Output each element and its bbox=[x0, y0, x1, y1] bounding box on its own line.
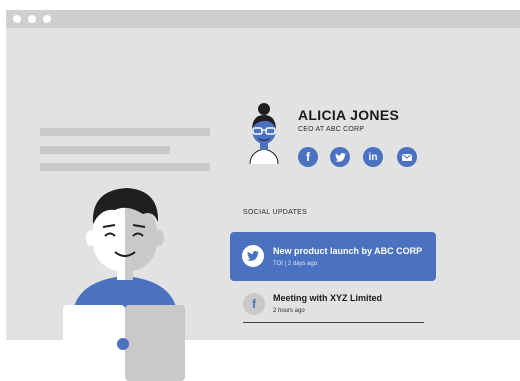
facebook-source-badge: f bbox=[243, 293, 265, 315]
linkedin-icon: in bbox=[368, 151, 378, 163]
twitter-source-badge bbox=[242, 245, 264, 267]
update-title: Meeting with XYZ Limited bbox=[273, 293, 383, 303]
window-minimize-dot[interactable] bbox=[28, 15, 36, 23]
placeholder-line bbox=[40, 128, 210, 136]
update-item-active[interactable]: New product launch by ABC CORP TOI | 2 d… bbox=[230, 232, 436, 281]
mail-button[interactable] bbox=[397, 147, 417, 167]
mail-icon bbox=[402, 153, 412, 161]
window-titlebar bbox=[6, 10, 520, 28]
update-meta: TOI | 2 days ago bbox=[273, 261, 318, 267]
facebook-icon: f bbox=[252, 297, 256, 311]
profile-title: CEO AT ABC CORP bbox=[298, 126, 365, 133]
profile-avatar bbox=[244, 102, 290, 172]
placeholder-line bbox=[40, 146, 170, 154]
twitter-button[interactable] bbox=[330, 147, 350, 167]
section-label-social-updates: SOCIAL UPDATES bbox=[243, 209, 308, 216]
linkedin-button[interactable]: in bbox=[363, 147, 383, 167]
placeholder-line bbox=[40, 163, 210, 171]
profile-name: ALICIA JONES bbox=[298, 107, 400, 123]
window-maximize-dot[interactable] bbox=[43, 15, 51, 23]
twitter-icon bbox=[247, 251, 259, 261]
man-illustration-icon bbox=[63, 188, 185, 381]
update-meta: 2 hours ago bbox=[273, 308, 305, 314]
facebook-icon: f bbox=[306, 150, 310, 164]
facebook-button[interactable]: f bbox=[298, 147, 318, 167]
update-divider bbox=[243, 322, 424, 323]
twitter-icon bbox=[334, 152, 346, 162]
man-with-laptop-illustration bbox=[55, 180, 195, 381]
woman-avatar-icon bbox=[249, 103, 279, 165]
window-close-dot[interactable] bbox=[13, 15, 21, 23]
update-title: New product launch by ABC CORP bbox=[273, 246, 423, 256]
